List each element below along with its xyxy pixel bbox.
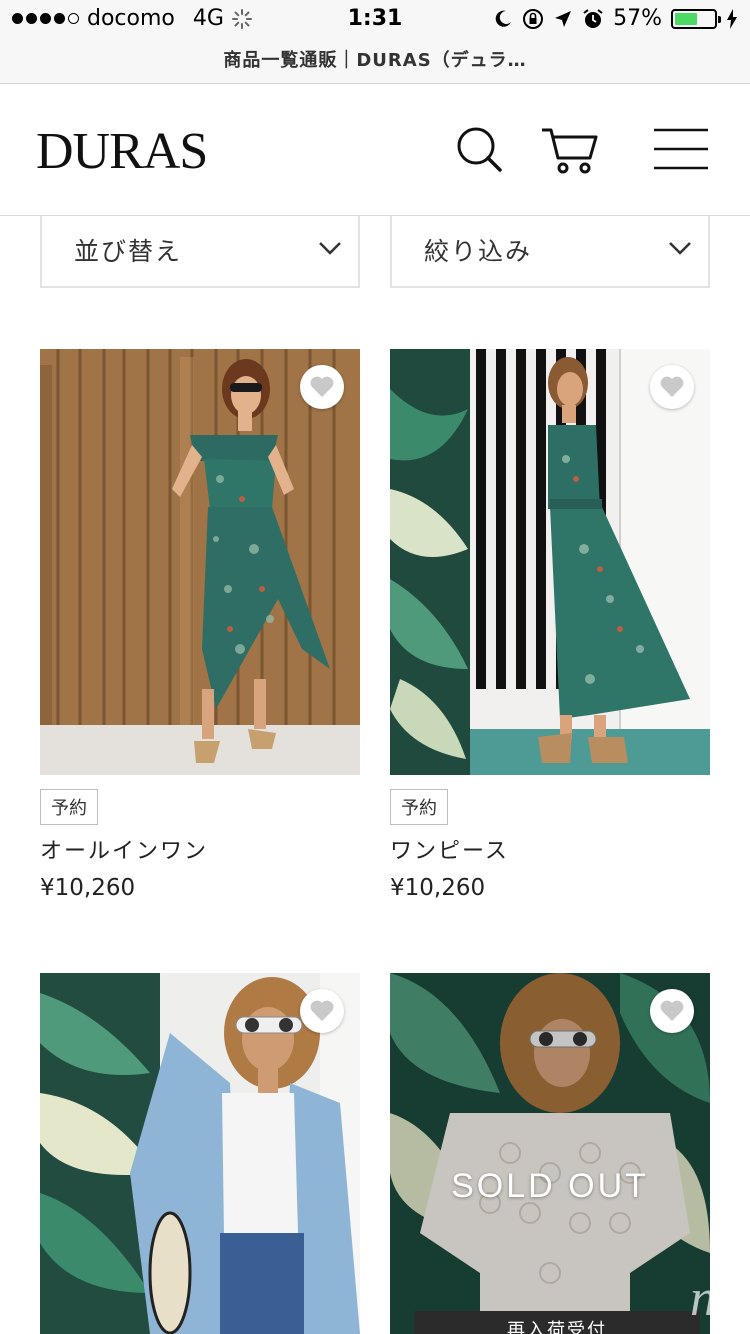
- favorite-button[interactable]: [300, 989, 344, 1033]
- narrow-label: 絞り込み: [424, 237, 533, 266]
- charging-icon: [727, 8, 737, 29]
- heart-icon: [660, 1000, 684, 1021]
- product-image[interactable]: [40, 349, 360, 775]
- sold-out-label: SOLD OUT: [451, 1167, 649, 1205]
- narrow-dropdown[interactable]: 絞り込み: [390, 216, 710, 288]
- favorite-button[interactable]: [300, 365, 344, 409]
- menu-icon[interactable]: [652, 124, 710, 176]
- cart-icon[interactable]: [540, 124, 600, 176]
- battery-icon: [671, 8, 721, 29]
- sort-label: 並び替え: [74, 237, 183, 266]
- status-right: 57%: [493, 6, 738, 31]
- restock-button[interactable]: 再入荷受付: [414, 1311, 700, 1334]
- battery-percent: 57%: [613, 6, 662, 31]
- chevron-down-icon: [319, 242, 341, 255]
- preorder-badge: 予約: [40, 789, 98, 825]
- product-image[interactable]: [40, 973, 360, 1334]
- status-bar: docomo 4G 1:31 57%: [0, 0, 750, 40]
- favorite-button[interactable]: [650, 989, 694, 1033]
- sort-dropdown[interactable]: 並び替え: [40, 216, 360, 288]
- browser-url-bar[interactable]: 商品一覧通販｜DURAS（デュラ…: [0, 40, 750, 84]
- rotation-lock-icon: [523, 8, 544, 29]
- product-image[interactable]: [390, 349, 710, 775]
- site-header: DURAS: [0, 84, 750, 216]
- location-icon: [555, 10, 572, 27]
- heart-icon: [660, 376, 684, 397]
- heart-icon: [310, 1000, 334, 1021]
- product-card[interactable]: SOLD OUT 再入荷受付: [390, 973, 710, 1334]
- product-name[interactable]: オールインワン: [40, 833, 208, 865]
- product-card[interactable]: 予約 ワンピース ¥10,260: [390, 349, 710, 909]
- product-card[interactable]: 予約 オールインワン ¥10,260: [40, 349, 360, 909]
- product-price: ¥10,260: [390, 875, 486, 901]
- do-not-disturb-icon: [495, 10, 512, 27]
- watermark-logo: nn: [690, 1270, 742, 1327]
- chevron-down-icon: [669, 242, 691, 255]
- preorder-badge: 予約: [390, 789, 448, 825]
- product-name[interactable]: ワンピース: [390, 833, 509, 865]
- product-card[interactable]: [40, 973, 360, 1334]
- product-price: ¥10,260: [40, 875, 136, 901]
- heart-icon: [310, 376, 334, 397]
- site-logo[interactable]: DURAS: [36, 122, 208, 181]
- alarm-icon: [583, 8, 603, 28]
- product-image[interactable]: SOLD OUT 再入荷受付: [390, 973, 710, 1334]
- search-icon[interactable]: [450, 124, 510, 176]
- favorite-button[interactable]: [650, 365, 694, 409]
